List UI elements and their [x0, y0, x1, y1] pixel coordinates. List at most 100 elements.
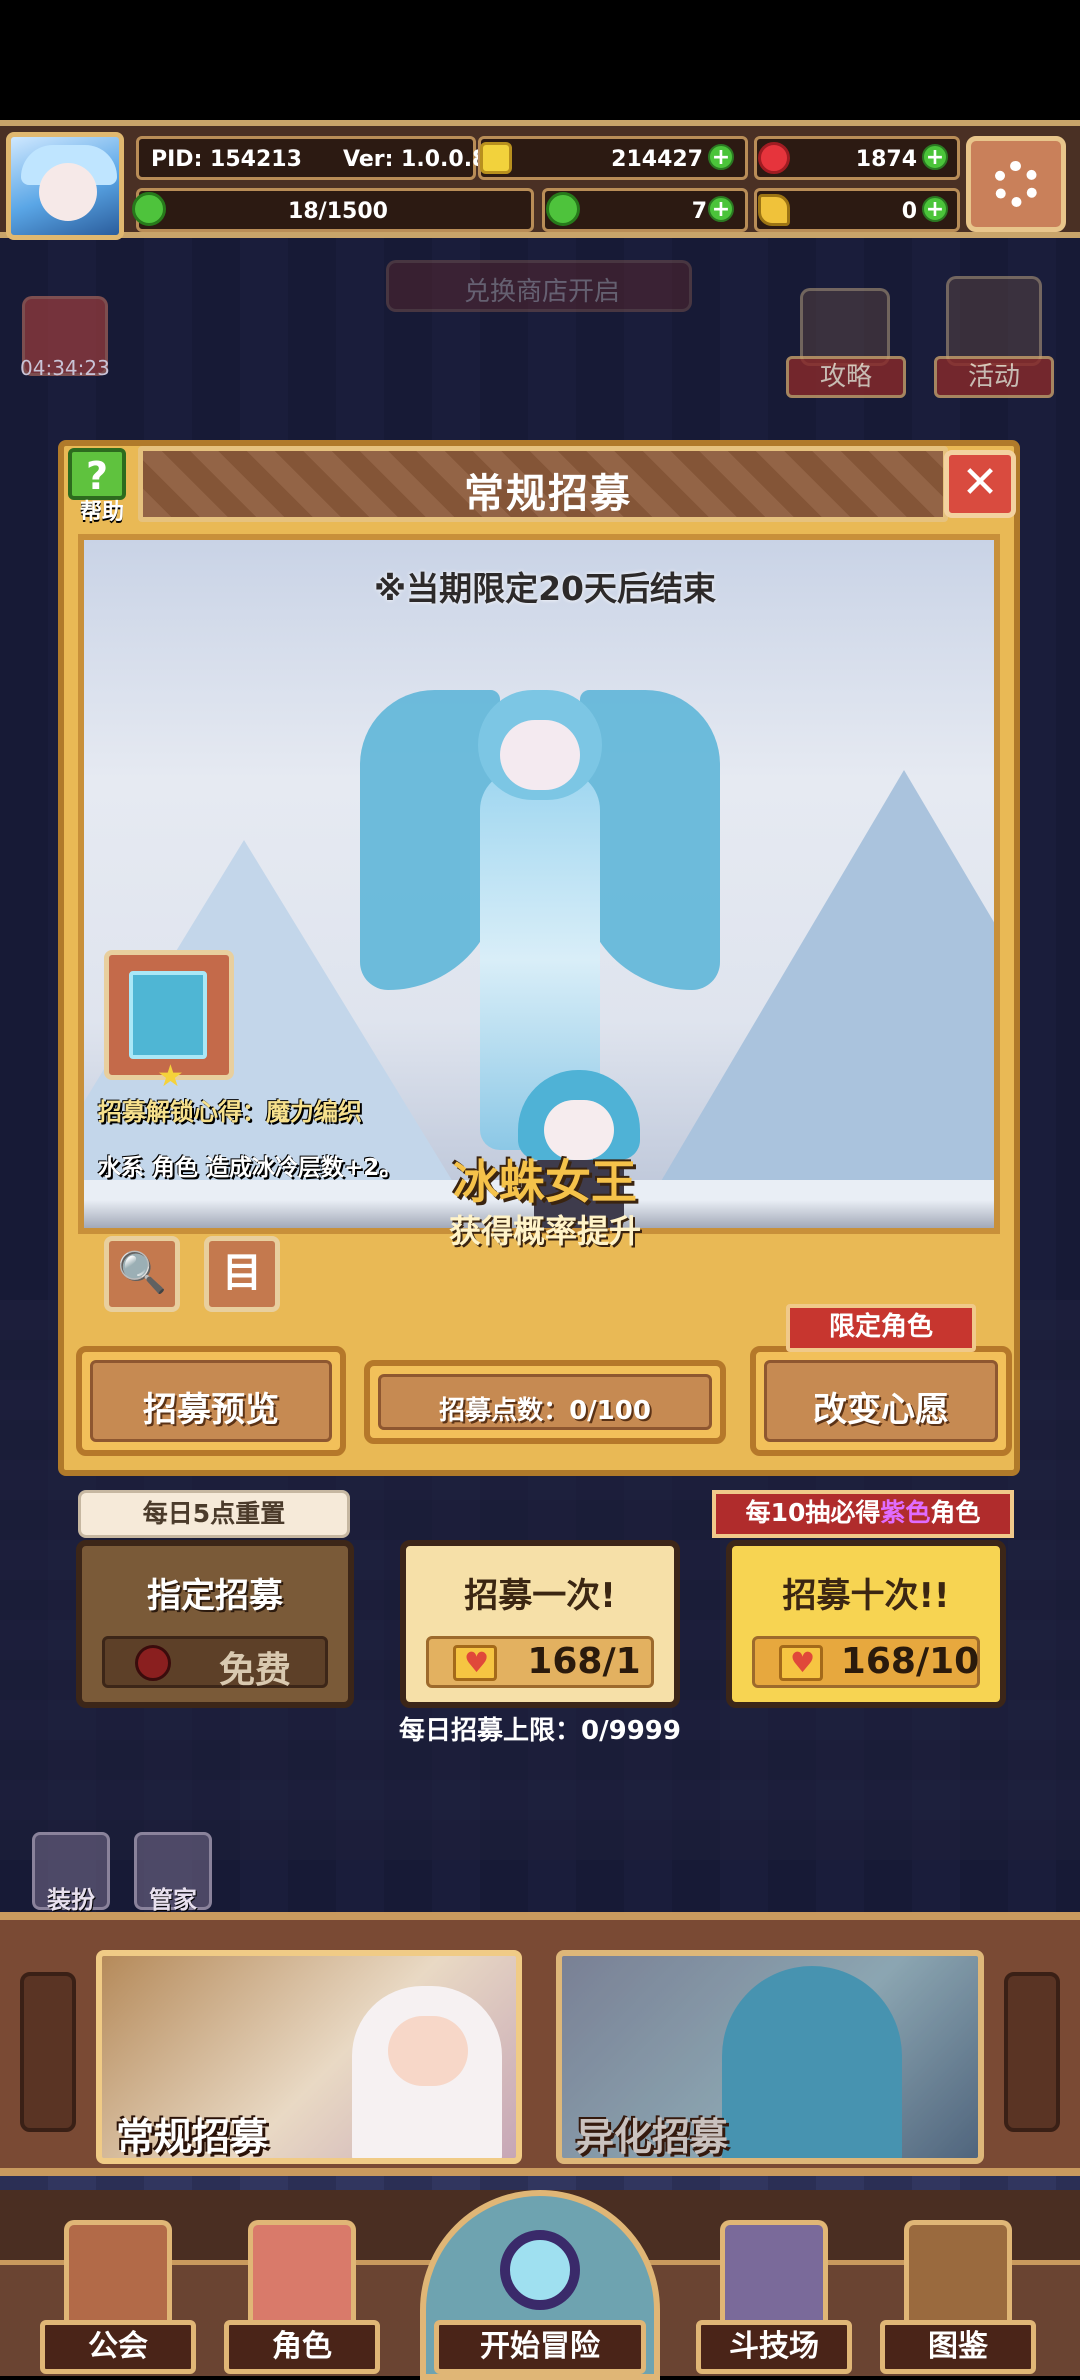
search-icon: 🔍 [117, 1250, 167, 1296]
scroll-left-handle[interactable] [20, 1972, 76, 2132]
recruit-panel: 常规招募 ? 帮助 ✕ ※当期限定20天后结束 ★ 招募解锁心得：魔力编织 水系… [58, 440, 1020, 1476]
ruby-gem-icon [758, 142, 790, 174]
top-hud: PID: 154213 Ver: 1.0.0.8 18/1500 214427 … [0, 120, 1080, 240]
gear-icon [993, 161, 1039, 207]
preview-button-label: 招募预览 [143, 1390, 279, 1430]
pool-normal-character-face [388, 2016, 468, 2086]
recruit-once-cost: 168/1 [527, 1641, 641, 1682]
gold-coin-icon [480, 142, 512, 174]
guide-label[interactable]: 攻略 [786, 356, 906, 398]
recruit-ten-button[interactable]: 招募十次!! 168/10 [726, 1540, 1006, 1708]
designated-recruit-button[interactable]: 指定招募 免费 [76, 1540, 354, 1708]
clover-icon [546, 192, 580, 226]
shop-banner-text: 兑换商店开启 [463, 277, 620, 307]
unlock-insight-label: 招募解锁心得： [98, 1098, 266, 1126]
add-clover-button[interactable]: + [708, 196, 734, 222]
recruit-ten-cost: 168/10 [840, 1641, 980, 1682]
recruit-preview-button[interactable]: 招募预览 [76, 1346, 346, 1456]
crossed-swords-icon [720, 2220, 828, 2320]
recruit-once-button[interactable]: 招募一次! 168/1 [400, 1540, 680, 1708]
key-icon [758, 194, 790, 226]
shop-banner: 兑换商店开启 [386, 260, 692, 312]
star-icon: ★ [157, 1059, 184, 1094]
heart-ticket-icon [779, 1645, 823, 1681]
settings-button[interactable] [966, 136, 1066, 232]
balloon-icon[interactable] [946, 276, 1042, 366]
dress-up-label[interactable]: 装扮 [26, 1880, 116, 1915]
pool-normal-label: 常规招募 [116, 2115, 269, 2159]
hero-banner: ※当期限定20天后结束 ★ 招募解锁心得：魔力编织 水系 角色 造成冰冷层数+2… [78, 534, 1000, 1234]
designated-cost-box: 免费 [102, 1636, 328, 1691]
pool-alien-tab[interactable]: 异化招募 [556, 1950, 984, 2164]
event-timer: 04:34:23 [20, 356, 110, 380]
avatar-face [39, 163, 97, 221]
player-avatar[interactable] [6, 132, 124, 240]
version-text: Ver: 1.0.0.8 [343, 147, 488, 172]
change-wish-button[interactable]: 改变心愿 [750, 1346, 1012, 1456]
add-gold-button[interactable]: + [708, 144, 734, 170]
character-face-icon [248, 2220, 356, 2320]
nav-adventure-label: 开始冒险 [434, 2320, 646, 2374]
nav-start-adventure[interactable]: 开始冒险 [420, 2190, 660, 2380]
pool-alien-label: 异化招募 [576, 2115, 729, 2159]
stamina-text: 18/1500 [288, 199, 388, 224]
add-key-button[interactable]: + [922, 196, 948, 222]
panel-title: 常规招募 [464, 471, 632, 517]
daily-recruit-limit: 每日招募上限：0/9999 [399, 1716, 681, 1746]
nav-character[interactable]: 角色 [224, 2220, 384, 2380]
event-label[interactable]: 活动 [934, 356, 1054, 398]
recruit-points-bar: 招募点数：0/100 [364, 1360, 726, 1444]
limited-character-tag: 限定角色 [786, 1304, 976, 1352]
guarantee-tag: 每10抽必得紫色角色 [712, 1490, 1014, 1538]
pool-normal-tab[interactable]: 常规招募 [96, 1950, 522, 2164]
unlock-insight-value: 魔力编织 [266, 1098, 362, 1126]
recruit-once-title: 招募一次! [464, 1576, 616, 1616]
butler-label[interactable]: 管家 [128, 1880, 218, 1915]
hero-face [500, 720, 580, 790]
heart-ticket-icon [453, 1645, 497, 1681]
recruit-ten-title: 招募十次!! [782, 1576, 950, 1616]
stamina-bar: 18/1500 [136, 188, 534, 232]
hero-name: 冰蛛女王 [453, 1155, 637, 1209]
red-orb-icon [135, 1645, 171, 1681]
change-wish-label: 改变心愿 [813, 1390, 949, 1430]
rate-up-text: 获得概率提升 [448, 1212, 641, 1250]
nav-guild-label: 公会 [40, 2320, 196, 2374]
gold-text: 214427 [611, 147, 703, 172]
spellbook-page [129, 971, 207, 1059]
pid-text: PID: 154213 [151, 147, 302, 172]
nav-guild[interactable]: 公会 [40, 2220, 200, 2380]
guarantee-suffix: 角色 [930, 1498, 981, 1527]
nav-codex-label: 图鉴 [880, 2320, 1036, 2374]
pid-bar: PID: 154213 Ver: 1.0.0.8 [136, 136, 487, 180]
help-button[interactable]: ? 帮助 [62, 444, 138, 525]
guild-building-icon [64, 2220, 172, 2320]
daily-reset-tag: 每日5点重置 [78, 1490, 350, 1538]
guarantee-prefix: 每10抽必得 [745, 1498, 881, 1527]
unlock-insight: 招募解锁心得：魔力编织 [98, 1092, 362, 1127]
book-icon [904, 2220, 1012, 2320]
nav-arena[interactable]: 斗技场 [696, 2220, 856, 2380]
nav-character-label: 角色 [224, 2320, 380, 2374]
recruit-points-text: 招募点数：0/100 [439, 1396, 651, 1426]
close-button[interactable]: ✕ [944, 450, 1016, 518]
nav-arena-label: 斗技场 [696, 2320, 852, 2374]
limited-period-notice: ※当期限定20天后结束 [373, 569, 716, 608]
add-gem-button[interactable]: + [922, 144, 948, 170]
pool-selector: 常规招募 异化招募 [0, 1912, 1080, 2176]
pool-alien-character [722, 1966, 902, 2158]
recruit-once-cost-box: 168/1 [426, 1636, 654, 1688]
question-icon: ? [68, 448, 126, 500]
list-icon: 目 [222, 1250, 262, 1296]
guarantee-color: 紫色 [880, 1498, 931, 1527]
designated-recruit-title: 指定招募 [147, 1576, 283, 1616]
magnifier-icon [500, 2230, 580, 2310]
stamina-clover-icon [132, 192, 166, 226]
nav-codex[interactable]: 图鉴 [880, 2220, 1040, 2380]
panel-title-bar: 常规招募 [138, 446, 948, 522]
spellbook-icon[interactable]: ★ [104, 950, 234, 1094]
scroll-right-handle[interactable] [1004, 1972, 1060, 2132]
guide-icon[interactable] [800, 288, 890, 366]
recruit-ten-cost-box: 168/10 [752, 1636, 980, 1688]
designated-cost: 免费 [218, 1650, 291, 1691]
